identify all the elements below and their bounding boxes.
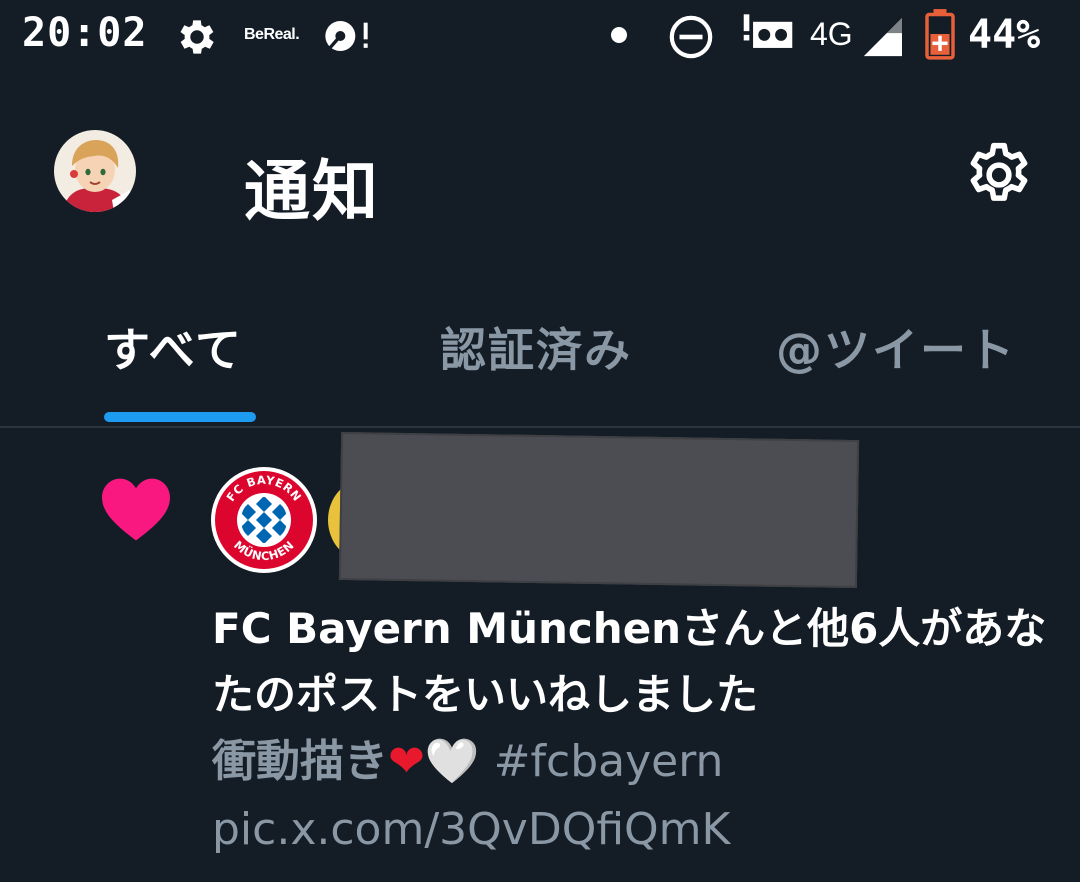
gear-icon: [180, 20, 214, 54]
media-link[interactable]: pic.x.com/3QvDQfiQmK: [212, 796, 1052, 864]
do-not-disturb-icon: [669, 15, 713, 59]
tab-all[interactable]: すべて: [104, 314, 243, 380]
post-preview: 衝動描き❤🤍 #fcbayern pic.x.com/3QvDQfiQmK: [212, 728, 1052, 864]
notification-item[interactable]: FC BAYERN MÜNCHEN FC Bayern Münchenさんと他6…: [0, 428, 1080, 882]
active-tab-indicator: [104, 412, 256, 422]
notification-tabs: すべて 認証済み @ツイート: [0, 300, 1080, 426]
disc-alert-icon: [325, 21, 368, 51]
network-type: 4G: [810, 16, 853, 52]
dot-icon: [611, 27, 627, 43]
preview-text: 衝動描き: [212, 736, 388, 787]
top-app-bar: 通知: [0, 100, 1080, 260]
notification-message: FC Bayern Münchenさんと他6人があなたのポストをいいねしました: [212, 604, 1047, 719]
voicemail-icon: [743, 14, 793, 48]
redaction-box: [338, 431, 860, 589]
battery-icon: [925, 9, 955, 60]
bereal-icon: BeReal.: [244, 26, 300, 43]
profile-illustration-icon: [54, 130, 136, 212]
settings-gear-icon[interactable]: [962, 138, 1036, 212]
status-bar: 20:02 BeReal. 4G 44%: [0, 0, 1080, 76]
battery-percent: 44%: [968, 12, 1041, 58]
white-heart-icon: 🤍: [424, 736, 480, 787]
heart-icon: [102, 478, 170, 541]
signal-icon: [863, 17, 902, 57]
status-time: 20:02: [22, 10, 148, 56]
page-title: 通知: [244, 153, 380, 230]
hashtag-link[interactable]: #fcbayern: [494, 736, 724, 787]
avatar[interactable]: [54, 130, 136, 212]
bayern-avatar[interactable]: FC BAYERN MÜNCHEN: [210, 466, 318, 574]
red-heart-icon: ❤: [388, 736, 425, 787]
tab-mentions[interactable]: @ツイート: [776, 314, 1016, 380]
tab-verified[interactable]: 認証済み: [440, 314, 632, 380]
